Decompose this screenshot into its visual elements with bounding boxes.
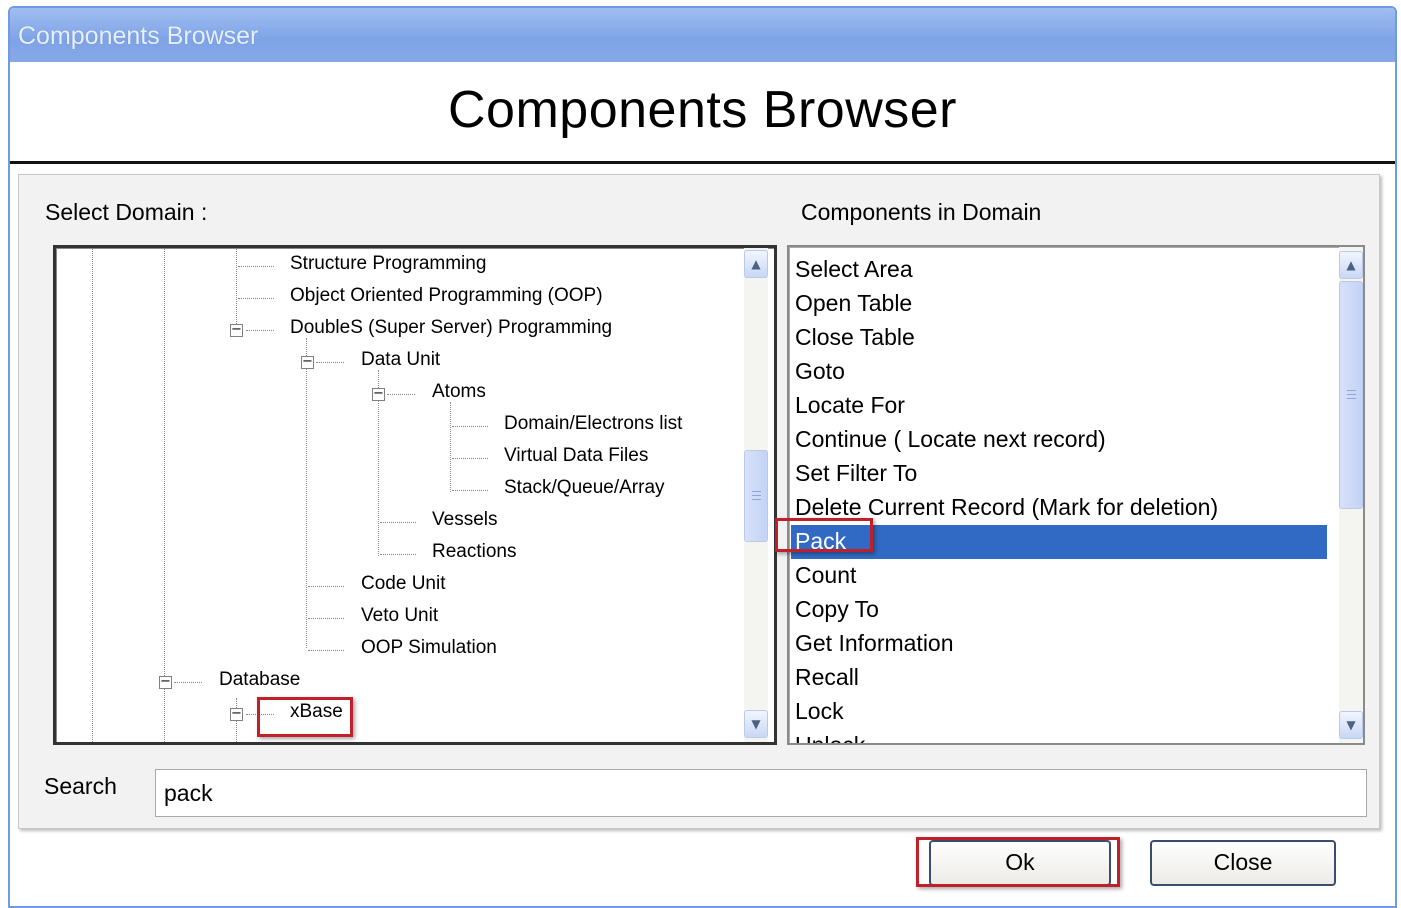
minus-box-icon[interactable]: − — [230, 323, 243, 337]
list-item[interactable]: Get Information — [795, 627, 954, 661]
search-label: Search — [44, 773, 117, 799]
tree-connector — [238, 298, 274, 299]
chevron-up-icon[interactable]: ▲ — [1339, 251, 1363, 279]
header: Components Browser — [10, 62, 1395, 164]
scrollbar-thumb[interactable] — [1339, 281, 1363, 509]
components-label: Components in Domain — [801, 199, 1042, 225]
tree-connector — [380, 522, 416, 523]
tree-guide-line — [92, 248, 93, 742]
tree-guide-line — [164, 248, 165, 742]
tree-connector — [452, 490, 488, 491]
grip-line — [1347, 398, 1356, 399]
tree-item[interactable]: DoubleS (Super Server) Programming — [290, 317, 612, 339]
tree-connector — [238, 266, 274, 267]
grip-line — [752, 491, 761, 492]
domain-tree[interactable]: Structure Programming Object Oriented Pr… — [53, 245, 777, 745]
chevron-up-icon[interactable]: ▲ — [744, 250, 768, 278]
components-list[interactable]: Select Area Open Table Close Table Goto … — [787, 245, 1365, 745]
title-bar[interactable]: Components Browser — [10, 8, 1395, 62]
minus-box-icon[interactable]: − — [159, 675, 172, 689]
window-title: Components Browser — [18, 22, 259, 50]
tree-item[interactable]: Veto Unit — [361, 605, 438, 627]
list-item[interactable]: Continue ( Locate next record) — [795, 423, 1106, 457]
tree-connector — [452, 426, 488, 427]
tree-connector — [246, 330, 274, 331]
tree-guide-line — [236, 248, 237, 330]
tree-item[interactable]: Code Unit — [361, 573, 446, 595]
list-item[interactable]: Count — [795, 559, 856, 593]
select-domain-label: Select Domain : — [45, 199, 208, 225]
list-item[interactable]: Locate For — [795, 389, 905, 423]
tree-item[interactable]: Structure Programming — [290, 253, 486, 275]
tree-connector — [380, 554, 416, 555]
close-button[interactable]: Close — [1150, 840, 1336, 886]
grip-line — [1347, 394, 1356, 395]
tree-connector — [308, 650, 344, 651]
tree-item[interactable]: Reactions — [432, 541, 517, 563]
tree-item[interactable]: Vessels — [432, 509, 497, 531]
list-item[interactable]: Copy To — [795, 593, 879, 627]
list-item[interactable]: Open Table — [795, 287, 912, 321]
components-browser-window: Components Browser Components Browser Se… — [8, 6, 1397, 908]
xbase-highlight-box — [257, 697, 353, 737]
tree-item[interactable]: Data Unit — [361, 349, 440, 371]
ok-highlight-box — [916, 837, 1120, 887]
chevron-down-icon[interactable]: ▼ — [744, 710, 768, 738]
main-panel: Select Domain : Components in Domain Str… — [18, 174, 1380, 829]
minus-box-icon[interactable]: − — [301, 355, 314, 369]
tree-item[interactable]: Atoms — [432, 381, 486, 403]
tree-item[interactable]: Object Oriented Programming (OOP) — [290, 285, 603, 307]
tree-item[interactable]: Stack/Queue/Array — [504, 477, 665, 499]
tree-connector — [308, 618, 344, 619]
tree-connector — [174, 682, 202, 683]
tree-connector — [452, 458, 488, 459]
page-title: Components Browser — [448, 81, 957, 139]
tree-item[interactable]: Domain/Electrons list — [504, 413, 682, 435]
list-item[interactable]: Set Filter To — [795, 457, 917, 491]
tree-item[interactable]: Database — [219, 669, 300, 691]
list-item[interactable]: Lock — [795, 695, 844, 729]
chevron-down-icon[interactable]: ▼ — [1339, 711, 1363, 739]
list-item[interactable]: Select Area — [795, 253, 913, 287]
list-item[interactable]: Recall — [795, 661, 859, 695]
tree-item[interactable]: Virtual Data Files — [504, 445, 648, 467]
tree-item[interactable]: OOP Simulation — [361, 637, 497, 659]
grip-line — [752, 495, 761, 496]
list-item[interactable]: Goto — [795, 355, 845, 389]
pack-highlight-box — [775, 518, 873, 552]
tree-connector — [316, 362, 344, 363]
tree-guide-line — [450, 402, 451, 492]
tree-scrollbar[interactable]: ▲ ▼ — [744, 248, 768, 742]
components-scrollbar[interactable]: ▲ ▼ — [1339, 247, 1363, 743]
tree-connector — [387, 394, 415, 395]
grip-line — [1347, 390, 1356, 391]
tree-connector — [308, 586, 344, 587]
grip-line — [752, 499, 761, 500]
search-input[interactable] — [155, 769, 1367, 817]
scrollbar-thumb[interactable] — [744, 450, 768, 542]
list-item[interactable]: Close Table — [795, 321, 915, 355]
tree-guide-line — [306, 338, 307, 648]
minus-box-icon[interactable]: − — [230, 707, 243, 721]
minus-box-icon[interactable]: − — [372, 387, 385, 401]
list-item[interactable]: Unlock — [795, 729, 865, 743]
